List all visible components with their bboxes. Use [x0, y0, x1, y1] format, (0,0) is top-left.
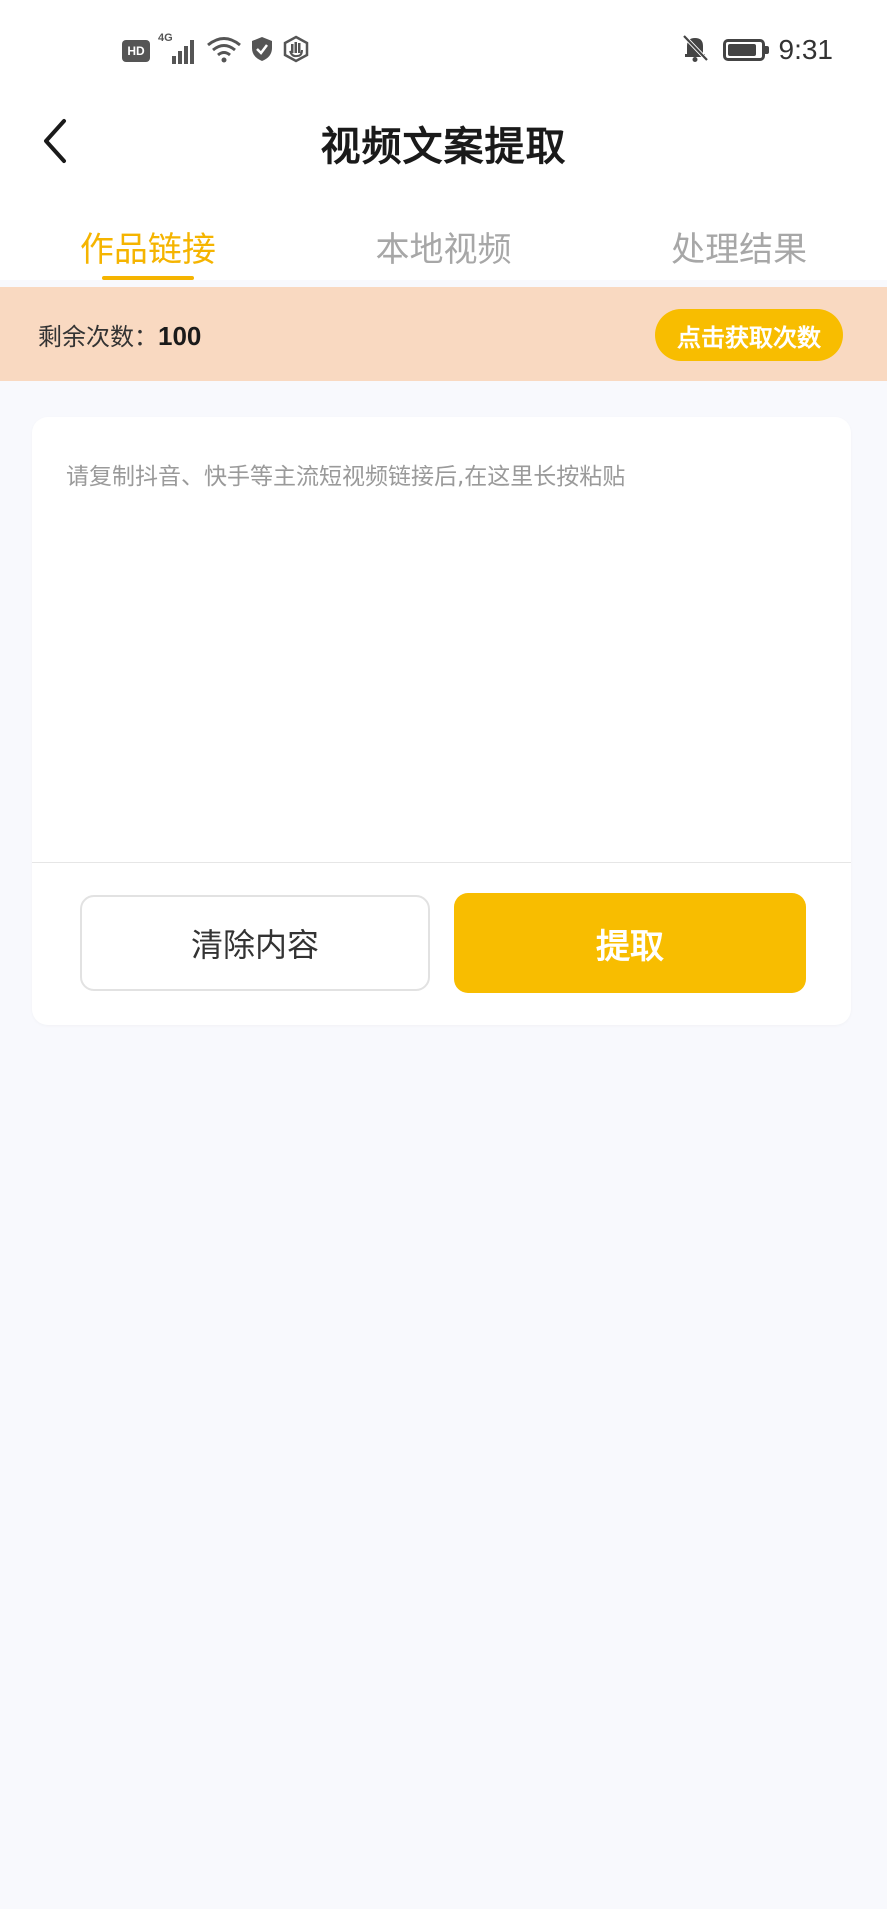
bell-off-icon — [681, 33, 709, 67]
signal-icon: 4G — [158, 32, 198, 64]
clear-content-button[interactable]: 清除内容 — [80, 895, 430, 991]
hd-icon: HD — [122, 40, 150, 62]
shield-icon — [250, 35, 274, 67]
card-divider — [32, 862, 851, 863]
get-more-count-button[interactable]: 点击获取次数 — [655, 309, 843, 361]
video-link-input[interactable] — [32, 417, 851, 861]
remaining-count-label: 剩余次数： — [38, 323, 158, 351]
battery-icon — [722, 39, 769, 61]
wifi-icon — [206, 35, 242, 67]
tab-result[interactable]: 处理结果 — [591, 200, 887, 280]
link-input-card: 清除内容 提取 — [32, 417, 851, 1025]
screen: HD 4G 9:31 视频文案提取 作品链接 本地视频 处理结果 剩余次数：10… — [0, 0, 887, 1909]
status-time: 9:31 — [778, 34, 834, 65]
hand-icon — [282, 35, 310, 67]
remaining-count: 剩余次数：100 — [38, 317, 201, 352]
tab-label: 本地视频 — [375, 230, 512, 270]
extract-button[interactable]: 提取 — [454, 893, 806, 993]
network-type-label: 4G — [158, 32, 173, 44]
tab-label: 作品链接 — [79, 230, 216, 270]
status-bar: HD 4G 9:31 — [0, 0, 887, 100]
remaining-count-value: 100 — [158, 321, 202, 351]
tab-bar: 作品链接 本地视频 处理结果 — [0, 200, 887, 280]
tab-local-video[interactable]: 本地视频 — [296, 200, 592, 280]
page-title: 视频文案提取 — [320, 124, 567, 170]
status-right-icons: 9:31 — [681, 30, 834, 70]
tab-active-indicator — [101, 276, 194, 280]
status-left-icons: HD 4G — [122, 32, 310, 68]
remaining-count-banner: 剩余次数：100 点击获取次数 — [0, 287, 887, 381]
header: 视频文案提取 作品链接 本地视频 处理结果 — [0, 100, 887, 280]
tab-work-link[interactable]: 作品链接 — [0, 200, 296, 280]
tab-label: 处理结果 — [671, 230, 808, 270]
